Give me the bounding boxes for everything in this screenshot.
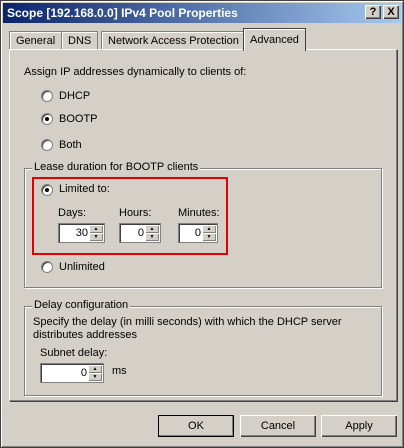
help-button[interactable]: ?: [365, 5, 381, 19]
hours-down-arrow-icon[interactable]: ▼: [145, 233, 159, 241]
bootp-radio[interactable]: [41, 113, 53, 125]
dhcp-label: DHCP: [59, 90, 91, 102]
subnet-down-arrow-icon[interactable]: ▼: [88, 373, 102, 381]
days-spinner[interactable]: 30 ▲ ▼: [58, 223, 105, 243]
dhcp-radio[interactable]: [41, 90, 53, 102]
assign-heading: Assign IP addresses dynamically to clien…: [24, 66, 247, 78]
cancel-button[interactable]: Cancel: [240, 415, 316, 437]
window-title: Scope [192.168.0.0] IPv4 Pool Properties: [7, 6, 238, 20]
subnet-delay-label: Subnet delay:: [40, 347, 108, 359]
both-radio[interactable]: [41, 139, 53, 151]
delay-config-title: Delay configuration: [32, 299, 131, 311]
tab-dns[interactable]: DNS: [61, 31, 99, 50]
days-label: Days:: [58, 207, 87, 219]
title-bar[interactable]: Scope [192.168.0.0] IPv4 Pool Properties…: [3, 3, 401, 23]
hours-label: Hours:: [119, 207, 152, 219]
hours-up-arrow-icon[interactable]: ▲: [145, 225, 159, 233]
help-icon: ?: [369, 6, 377, 18]
tab-advanced[interactable]: Advanced: [243, 28, 306, 51]
dialog-window: Scope [192.168.0.0] IPv4 Pool Properties…: [0, 0, 404, 448]
hours-spinner[interactable]: 0 ▲ ▼: [119, 223, 161, 243]
tab-general[interactable]: General: [9, 31, 63, 50]
advanced-tab-panel: Assign IP addresses dynamically to clien…: [9, 49, 397, 401]
subnet-up-arrow-icon[interactable]: ▲: [88, 365, 102, 373]
lease-duration-title: Lease duration for BOOTP clients: [32, 161, 201, 173]
close-button[interactable]: X: [383, 5, 399, 19]
unlimited-label: Unlimited: [59, 261, 105, 273]
limited-label: Limited to:: [59, 183, 110, 195]
unlimited-radio[interactable]: [41, 261, 53, 273]
minutes-value: 0: [194, 227, 201, 239]
minutes-label: Minutes:: [178, 207, 220, 219]
subnet-delay-unit: ms: [112, 365, 127, 377]
minutes-spinner[interactable]: 0 ▲ ▼: [178, 223, 218, 243]
bootp-label: BOOTP: [59, 113, 98, 125]
hours-value: 0: [137, 227, 144, 239]
ok-button[interactable]: OK: [158, 415, 234, 437]
limited-radio[interactable]: [41, 184, 53, 196]
minutes-down-arrow-icon[interactable]: ▼: [202, 233, 216, 241]
subnet-delay-value: 0: [80, 367, 87, 379]
tab-network-access-protection[interactable]: Network Access Protection: [101, 31, 246, 50]
minutes-up-arrow-icon[interactable]: ▲: [202, 225, 216, 233]
close-icon: X: [387, 6, 395, 18]
apply-button[interactable]: Apply: [321, 415, 397, 437]
delay-description: Specify the delay (in milli seconds) wit…: [33, 316, 342, 341]
both-label: Both: [59, 139, 82, 151]
days-up-arrow-icon[interactable]: ▲: [89, 225, 103, 233]
subnet-delay-spinner[interactable]: 0 ▲ ▼: [40, 363, 104, 383]
days-value: 30: [75, 227, 88, 239]
days-down-arrow-icon[interactable]: ▼: [89, 233, 103, 241]
